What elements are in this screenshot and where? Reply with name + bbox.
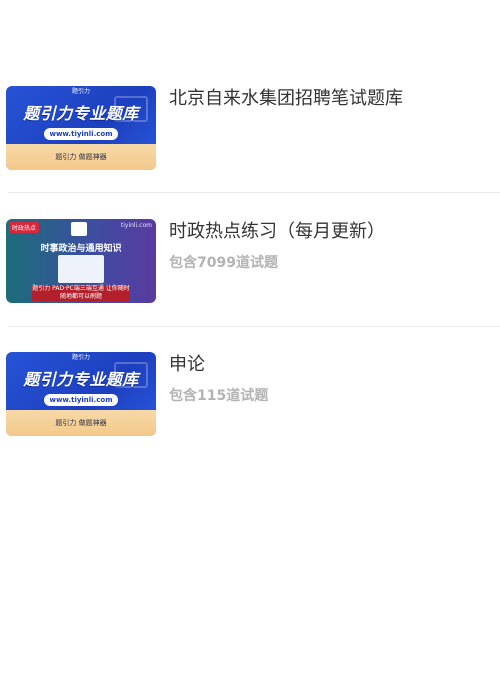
- item-question-count: 包含7099道试题: [169, 255, 278, 271]
- item-title[interactable]: 时政热点练习（每月更新）: [169, 219, 385, 245]
- thumbnail-site: tiyinli.com: [120, 222, 152, 229]
- thumbnail-url: www.tiyinli.com: [44, 128, 118, 140]
- item-title[interactable]: 申论: [169, 352, 205, 378]
- thumbnail-banner: 题引力 PAD·PC端三端互通 让你随时随地都可以刷题: [32, 285, 130, 301]
- list-item-bank-1[interactable]: 题引力 题引力专业题库 www.tiyinli.com 题引力 做题神器 北京自…: [0, 84, 500, 170]
- thumbnail-headline: 题引力专业题库: [23, 370, 139, 389]
- item-thumbnail[interactable]: 时政热点 tiyinli.com 时事政治与通用知识 题引力 PAD·PC端三端…: [6, 219, 156, 303]
- divider: [8, 192, 500, 193]
- item-title[interactable]: 北京自来水集团招聘笔试题库: [169, 86, 403, 112]
- divider: [8, 326, 500, 327]
- list-item-bank-3[interactable]: 题引力 题引力专业题库 www.tiyinli.com 题引力 做题神器 申论 …: [0, 350, 500, 436]
- brand-logo: 题引力: [71, 88, 90, 95]
- thumbnail-headline: 题引力专业题库: [23, 104, 139, 123]
- item-question-count: 包含115道试题: [169, 388, 269, 404]
- qr-code-icon: [71, 222, 87, 236]
- thumbnail-tagline: 题引力 做题神器: [55, 153, 107, 161]
- brand-logo: 题引力: [71, 354, 90, 361]
- thumbnail-headline: 时事政治与通用知识: [40, 244, 122, 254]
- item-thumbnail[interactable]: 题引力 题引力专业题库 www.tiyinli.com 题引力 做题神器: [6, 352, 156, 436]
- list-item-bank-2[interactable]: 时政热点 tiyinli.com 时事政治与通用知识 题引力 PAD·PC端三端…: [0, 217, 500, 303]
- thumbnail-tagline: 题引力 做题神器: [55, 419, 107, 427]
- item-thumbnail[interactable]: 题引力 题引力专业题库 www.tiyinli.com 题引力 做题神器: [6, 86, 156, 170]
- thumbnail-badge: 时政热点: [9, 222, 40, 233]
- question-bank-list: 题引力 题引力专业题库 www.tiyinli.com 题引力 做题神器 北京自…: [0, 84, 500, 483]
- device-screen-image: [58, 255, 104, 283]
- thumbnail-url: www.tiyinli.com: [44, 394, 118, 406]
